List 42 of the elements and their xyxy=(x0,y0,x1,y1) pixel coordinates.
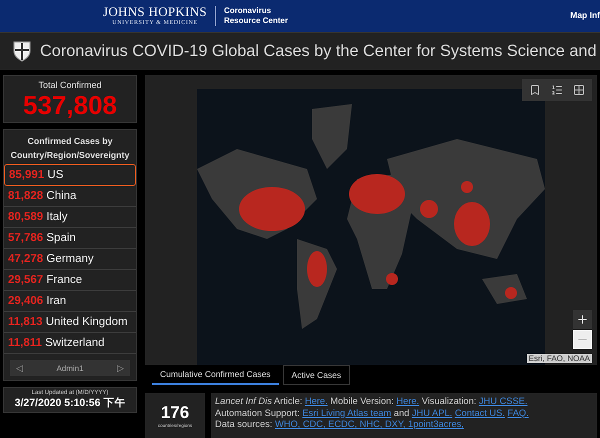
link[interactable]: Contact US. xyxy=(454,408,505,418)
bookmark-icon[interactable] xyxy=(529,84,541,96)
map-attribution: Esri, FAO, NOAA xyxy=(526,354,592,363)
country-row[interactable]: 57,786 Spain xyxy=(4,228,136,249)
link[interactable]: JHU CSSE. xyxy=(478,396,528,406)
map-info-link[interactable]: Map Inf xyxy=(570,10,600,20)
country-row[interactable]: 47,278 Germany xyxy=(4,249,136,270)
link[interactable]: WHO, CDC, ECDC, NHC, DXY, 1point3acres, xyxy=(274,419,464,429)
info-text: Automation Support: Esri Living Atlas team and JHU APL. Contact US. FAQ. xyxy=(215,408,530,419)
country-row[interactable]: 85,991 US xyxy=(4,164,136,186)
total-label: Total Confirmed xyxy=(38,80,102,90)
updated-time: 3/27/2020 5:10:56 下午 xyxy=(14,396,126,410)
site-name: Resource Center xyxy=(224,16,288,26)
link[interactable]: Here. xyxy=(304,396,328,406)
pager-label: Admin1 xyxy=(56,364,84,372)
country-row[interactable]: 29,567 France xyxy=(4,270,136,291)
country-row[interactable]: 81,828 China xyxy=(4,186,136,207)
list-heading: Confirmed Cases by Country/Region/Sovereignty xyxy=(10,135,130,162)
link[interactable]: Here. xyxy=(396,396,420,406)
link[interactable]: FAQ. xyxy=(508,408,529,418)
grid-icon[interactable] xyxy=(573,84,585,96)
site-name: Coronavirus xyxy=(224,6,272,16)
zoom-in-button[interactable] xyxy=(573,310,592,329)
link[interactable]: JHU APL. xyxy=(412,408,452,418)
next-button[interactable]: ▷ xyxy=(117,363,124,373)
map-tab[interactable]: Active Cases xyxy=(282,365,350,385)
plus-icon xyxy=(576,313,589,326)
page-title: Coronavirus COVID-19 Global Cases by the Center for Systems Science and xyxy=(40,42,597,61)
info-text: Lancet Inf Dis Article: Here. Mobile Version: Here. Visualization: JHU CSSE. xyxy=(215,396,528,408)
country-row[interactable]: 80,589 Italy xyxy=(4,207,136,228)
country-row[interactable]: 29,406 Iran xyxy=(4,291,136,312)
map-tab[interactable]: Cumulative Confirmed Cases xyxy=(152,365,279,385)
shield-icon xyxy=(12,40,32,62)
country-count: 176 xyxy=(160,403,190,423)
total-value: 537,808 xyxy=(23,90,117,120)
logo-title: JOHNS HOPKINS xyxy=(103,4,207,19)
link[interactable]: Esri Living Atlas team xyxy=(302,408,392,418)
list-icon[interactable] xyxy=(551,84,563,96)
previous-button[interactable]: ◁ xyxy=(16,363,23,373)
country-row[interactable]: 11,811 Switzerland xyxy=(4,333,136,354)
country-row[interactable]: 11,813 United Kingdom xyxy=(4,312,136,333)
info-text: Data sources: WHO, CDC, ECDC, NHC, DXY, 1point3acres, xyxy=(215,419,465,430)
